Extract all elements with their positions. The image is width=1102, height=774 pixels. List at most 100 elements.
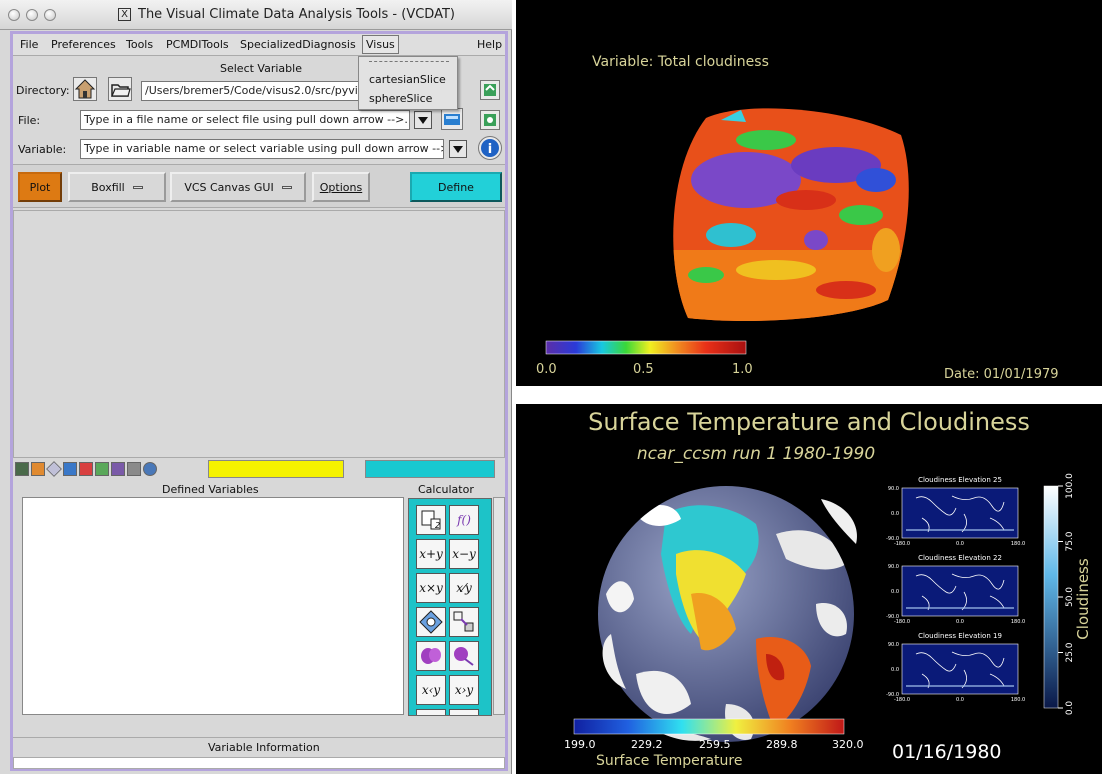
calc-masks-arrow-icon[interactable] — [449, 641, 479, 671]
menu-item-sphereslice[interactable]: sphereSlice — [369, 92, 432, 105]
file-refresh-icon[interactable] — [480, 110, 500, 130]
calculator-scrollbar[interactable] — [493, 497, 505, 715]
variable-information-bar: Variable Information — [13, 737, 505, 757]
refresh-directory-icon[interactable] — [480, 80, 500, 100]
demo-icon[interactable] — [143, 462, 157, 476]
calc-more-button[interactable] — [416, 709, 446, 715]
menu-specializeddiagnosis[interactable]: SpecializedDiagnosis — [240, 38, 356, 51]
map-title-2: Cloudiness Elevation 19 — [918, 632, 1002, 640]
map-x-tick-0-2: 180.0 — [1011, 541, 1025, 547]
file-browse-icon[interactable] — [441, 108, 463, 130]
calc-multiply-button[interactable]: x×y — [416, 573, 446, 603]
temperature-colorbar — [573, 718, 845, 735]
info-small-icon[interactable] — [63, 462, 77, 476]
diamond-icon[interactable] — [46, 461, 62, 477]
svg-text:2: 2 — [435, 521, 440, 530]
file-input[interactable]: Type in a file name or select file using… — [80, 110, 410, 130]
temp-tick-0: 199.0 — [564, 738, 596, 751]
map-x-tick-2-2: 180.0 — [1011, 697, 1025, 703]
calc-masks-icon[interactable] — [416, 641, 446, 671]
date-caption: Date: 01/01/1979 — [944, 367, 1059, 382]
info-icon[interactable]: i — [478, 136, 502, 160]
define-button[interactable]: Define — [410, 172, 502, 202]
map-x-tick-0-0: -180.0 — [894, 541, 910, 547]
calc-add-button[interactable]: x+y — [416, 539, 446, 569]
temperature-colorbar-label: Surface Temperature — [596, 753, 742, 769]
calc-function-icon[interactable]: 2 — [416, 505, 446, 535]
plot-button[interactable]: Plot — [18, 172, 62, 202]
file-label: File: — [18, 114, 41, 127]
cloudiness-side-colorbar — [1043, 485, 1059, 709]
calc-less-button[interactable]: x‹y — [416, 675, 446, 705]
menu-help[interactable]: Help — [477, 38, 502, 51]
close-window-button[interactable] — [8, 9, 20, 21]
map-title-0: Cloudiness Elevation 25 — [918, 476, 1002, 484]
home-icon[interactable] — [73, 77, 97, 101]
calc-greater-button[interactable]: x›y — [449, 675, 479, 705]
map-x-tick-1-1: 0.0 — [956, 619, 964, 625]
calculator-heading: Calculator — [418, 483, 474, 496]
defined-variables-list[interactable] — [22, 497, 404, 715]
options-button[interactable]: Options — [312, 172, 370, 202]
tearoff-line[interactable] — [369, 61, 449, 62]
map-title-1: Cloudiness Elevation 22 — [918, 554, 1002, 562]
menu-item-cartesianslice[interactable]: cartesianSlice — [369, 73, 446, 86]
edit-icon[interactable] — [31, 462, 45, 476]
map-x-tick-1-0: -180.0 — [894, 619, 910, 625]
cloudiness-side-label: Cloudiness — [1074, 558, 1092, 640]
cloudiness-map-2: Cloudiness Elevation 1990.00.0-90.0-180.… — [886, 632, 1025, 703]
window-title: The Visual Climate Data Analysis Tools -… — [138, 7, 455, 22]
temp-tick-4: 320.0 — [832, 738, 864, 751]
tools-icon[interactable] — [15, 462, 29, 476]
calc-fx-button[interactable]: f() — [449, 505, 479, 535]
screen: X The Visual Climate Data Analysis Tools… — [0, 0, 1102, 774]
map-y-tick-1-0: 90.0 — [888, 564, 899, 570]
calc-subtract-button[interactable]: x−y — [449, 539, 479, 569]
colorbar-tick-0: 0.0 — [536, 362, 557, 377]
temp-tick-1: 229.2 — [631, 738, 663, 751]
menu-bar: File Preferences Tools PCMDITools Specia… — [13, 34, 505, 56]
zoom-window-button[interactable] — [44, 9, 56, 21]
menu-preferences[interactable]: Preferences — [51, 38, 116, 51]
grid-icon[interactable] — [111, 462, 125, 476]
map-y-tick-2-0: 90.0 — [888, 642, 899, 648]
cloudiness-shell — [673, 108, 909, 321]
directory-label: Directory: — [16, 84, 70, 97]
file-dropdown-arrow[interactable] — [414, 111, 432, 129]
map-x-tick-2-1: 0.0 — [956, 697, 964, 703]
trash-icon[interactable] — [127, 462, 141, 476]
refresh-small-icon[interactable] — [95, 462, 109, 476]
bottom-subtitle: ncar_ccsm run 1 1980-1990 — [637, 444, 875, 464]
calc-eye-icon[interactable] — [449, 709, 479, 715]
colorbar-tick-2: 1.0 — [732, 362, 753, 377]
menu-visus[interactable]: Visus — [362, 35, 399, 54]
menu-pcmditools[interactable]: PCMDITools — [166, 38, 229, 51]
defined-variables-heading: Defined Variables — [162, 483, 259, 496]
calc-divide-button[interactable]: x⁄y — [449, 573, 479, 603]
vcs-canvas-selector[interactable]: VCS Canvas GUI — [170, 172, 306, 202]
x11-icon: X — [118, 8, 131, 21]
delete-icon[interactable] — [79, 462, 93, 476]
boxfill-label: Boxfill — [91, 180, 125, 194]
temp-tick-3: 289.8 — [766, 738, 798, 751]
menu-tools[interactable]: Tools — [126, 38, 153, 51]
side-tick-label-4: 0.0 — [1065, 701, 1075, 716]
boxfill-selector[interactable]: Boxfill — [68, 172, 166, 202]
visus-dropdown-menu: cartesianSlice sphereSlice — [358, 56, 458, 110]
variable-dropdown-arrow[interactable] — [449, 140, 467, 158]
minimize-window-button[interactable] — [26, 9, 38, 21]
dimension-panel — [13, 210, 505, 458]
open-folder-icon[interactable] — [108, 77, 132, 101]
directory-input[interactable]: /Users/bremer5/Code/visus2.0/src/pyvisus — [141, 81, 359, 101]
variable-input[interactable]: Type in variable name or select variable… — [80, 139, 444, 159]
window-titlebar[interactable]: X The Visual Climate Data Analysis Tools… — [0, 0, 512, 30]
calculator-panel: 2 f() x+y x−y x×y x⁄y x‹y x›y — [408, 498, 492, 716]
cloudiness-map-1: Cloudiness Elevation 2290.00.0-90.0-180.… — [886, 554, 1025, 625]
menu-file[interactable]: File — [20, 38, 38, 51]
selected-variable-field[interactable] — [208, 460, 344, 478]
cloudiness-render: Variable: Total cloudiness 0.0 0.5 1.0 D… — [536, 54, 1059, 382]
map-y-tick-0-0: 90.0 — [888, 486, 899, 492]
calc-grid-icon[interactable] — [449, 607, 479, 637]
calc-regrid-icon[interactable] — [416, 607, 446, 637]
calculator-display[interactable] — [365, 460, 495, 478]
